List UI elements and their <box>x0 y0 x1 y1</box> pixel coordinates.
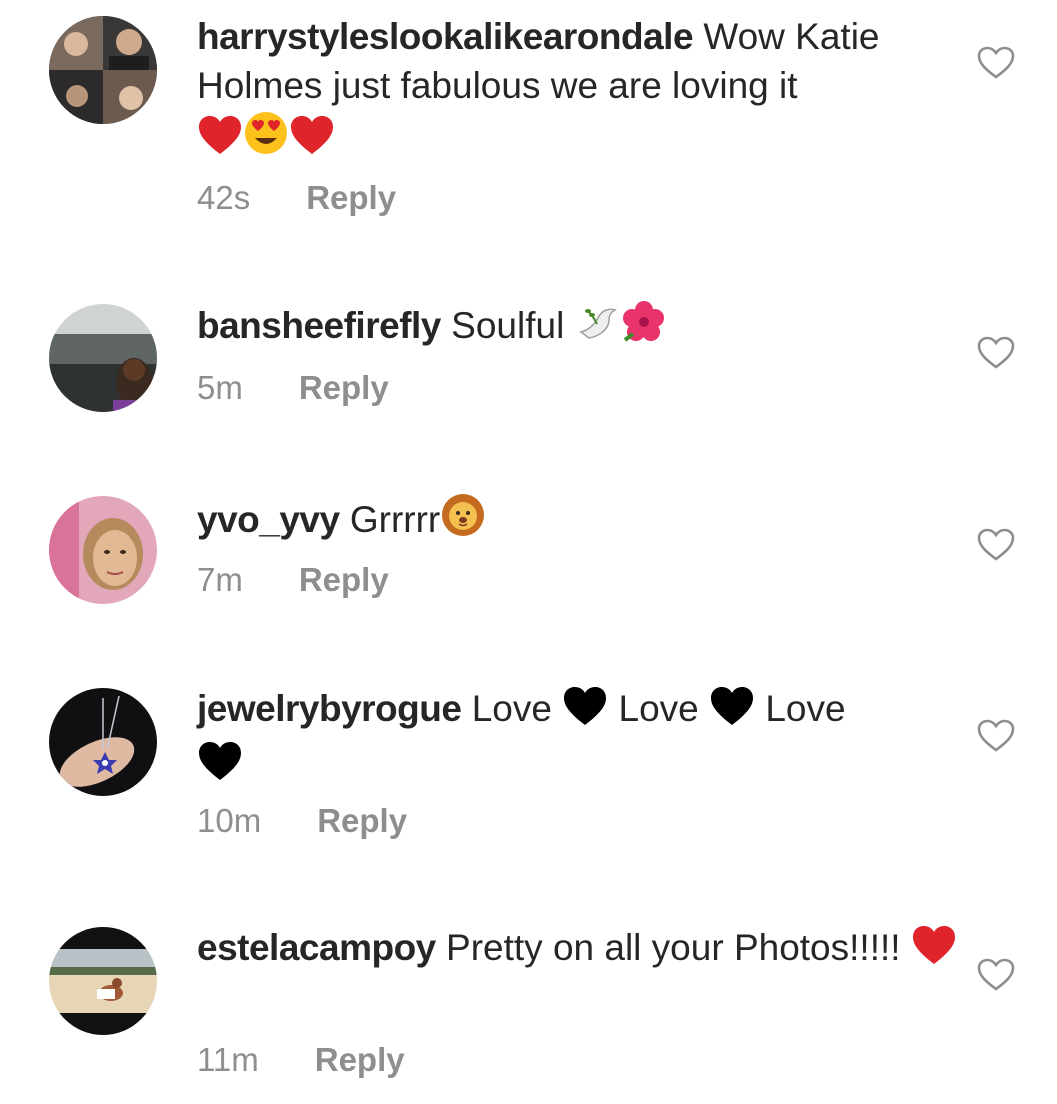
heart-eyes-face-icon <box>243 110 289 168</box>
comment-username[interactable]: estelacampoy <box>197 927 436 968</box>
comment-meta: 11m Reply <box>197 1040 405 1080</box>
comment-body: bansheefirefly Soulful <box>197 300 957 356</box>
comment-body: estelacampoy Pretty on all your Photos!!… <box>197 923 957 978</box>
avatar[interactable] <box>49 304 157 412</box>
comment-meta: 5m Reply <box>197 368 389 408</box>
reply-button[interactable]: Reply <box>299 368 389 408</box>
black-heart-icon <box>562 685 608 739</box>
avatar[interactable] <box>49 688 157 796</box>
comment-text: Love <box>471 688 552 729</box>
avatar[interactable] <box>49 496 157 604</box>
comment-username[interactable]: jewelrybyrogue <box>197 688 462 729</box>
comment-timestamp: 5m <box>197 369 243 406</box>
reply-button[interactable]: Reply <box>306 178 396 218</box>
comment-username[interactable]: bansheefirefly <box>197 305 441 346</box>
like-heart-icon[interactable] <box>977 336 1015 370</box>
reply-button[interactable]: Reply <box>299 560 389 600</box>
comment-timestamp: 7m <box>197 561 243 598</box>
comment-username[interactable]: yvo_yvy <box>197 499 340 540</box>
red-heart-icon <box>911 924 957 978</box>
comment-meta: 42s Reply <box>197 178 396 218</box>
avatar[interactable] <box>49 927 157 1035</box>
like-heart-icon[interactable] <box>977 528 1015 562</box>
like-heart-icon[interactable] <box>977 719 1015 753</box>
like-heart-icon[interactable] <box>977 958 1015 992</box>
comment-text: Love <box>618 688 699 729</box>
comment-text: Soulful <box>451 305 565 346</box>
comment-body: jewelrybyrogue Love Love Love <box>197 684 957 794</box>
lion-face-icon <box>440 492 486 550</box>
black-heart-icon <box>709 685 755 739</box>
like-heart-icon[interactable] <box>977 46 1015 80</box>
comment-text: Grrrrr <box>349 499 441 540</box>
comment-body: harrystyleslookalikearondale Wow Katie H… <box>197 12 957 168</box>
comment-meta: 7m Reply <box>197 560 389 600</box>
comment-timestamp: 10m <box>197 802 262 839</box>
comment-username[interactable]: harrystyleslookalikearondale <box>197 16 694 57</box>
reply-button[interactable]: Reply <box>317 801 407 841</box>
black-heart-icon <box>197 740 243 794</box>
comment-body: yvo_yvy Grrrrr <box>197 492 957 550</box>
comment-text: Love <box>765 688 846 729</box>
reply-button[interactable]: Reply <box>315 1040 405 1080</box>
avatar[interactable] <box>49 16 157 124</box>
comment-timestamp: 11m <box>197 1041 259 1078</box>
dove-icon <box>575 302 621 356</box>
hibiscus-icon <box>621 300 667 356</box>
red-heart-icon <box>197 114 243 168</box>
comment-text: Pretty on all your Photos!!!!! <box>446 927 901 968</box>
red-heart-icon <box>289 114 335 168</box>
comment-timestamp: 42s <box>197 179 251 216</box>
comment-meta: 10m Reply <box>197 801 407 841</box>
